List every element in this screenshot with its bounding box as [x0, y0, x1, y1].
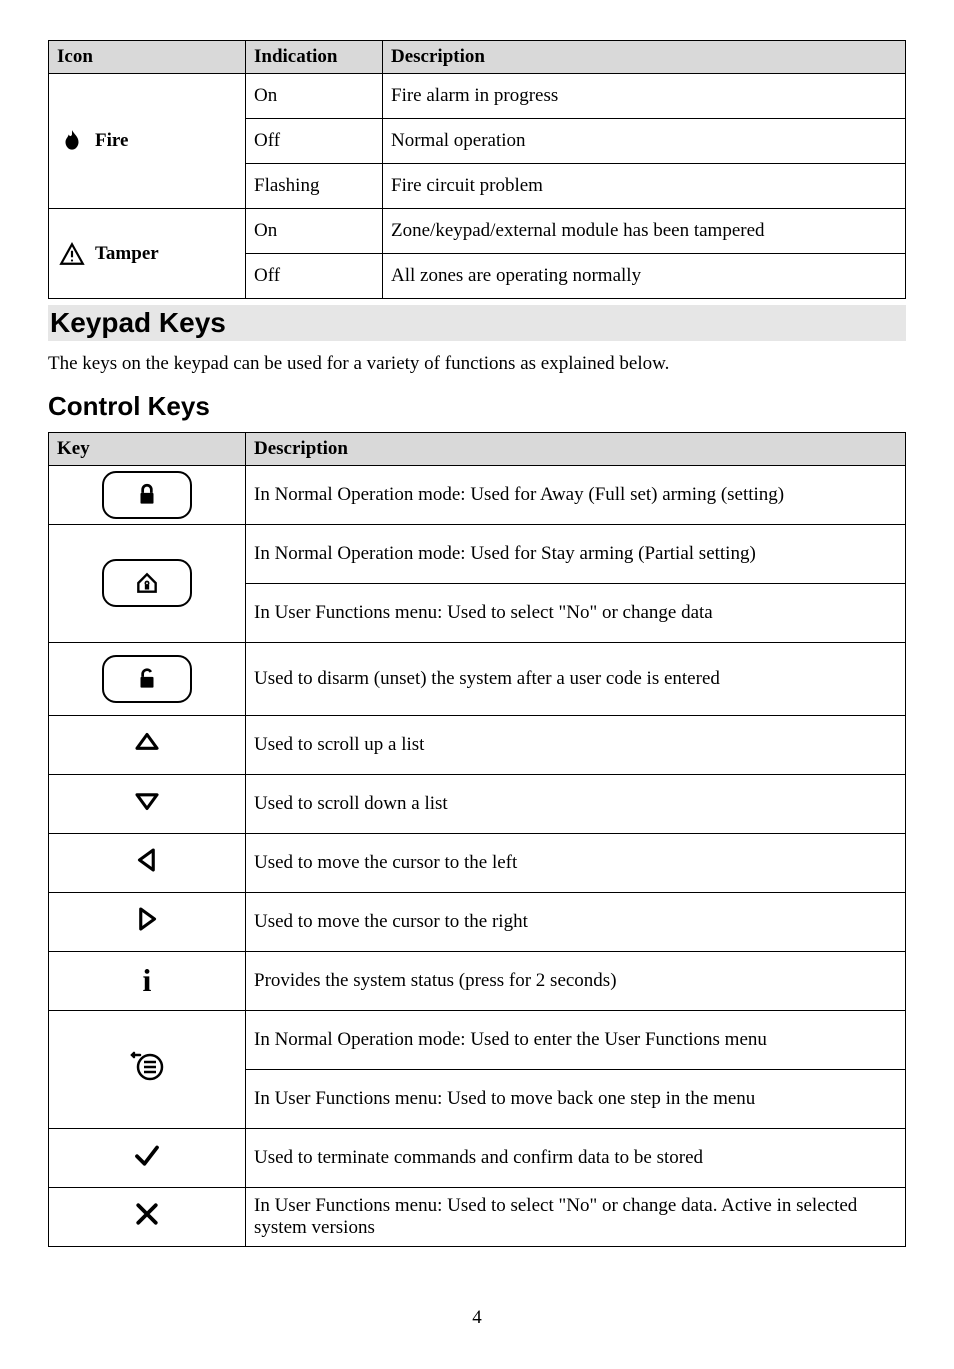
key-stay-arm-desc2: In User Functions menu: Used to select "… [246, 583, 906, 642]
menu-back-icon[interactable] [128, 1049, 166, 1083]
key-stay-arm [49, 524, 246, 642]
col-description: Description [383, 41, 906, 74]
tamper-off-ind: Off [246, 254, 383, 299]
icon-tamper-label: Tamper [95, 243, 159, 265]
key-menu-desc2: In User Functions menu: Used to move bac… [246, 1069, 906, 1128]
key-button[interactable] [102, 655, 192, 703]
key-status: i [49, 951, 246, 1010]
col-indication: Indication [246, 41, 383, 74]
triangle-down-icon[interactable] [132, 786, 162, 816]
warning-triangle-icon [59, 241, 85, 267]
triangle-left-icon[interactable] [132, 845, 162, 875]
fire-flash-ind: Flashing [246, 164, 383, 209]
key-cursor-right [49, 892, 246, 951]
col-icon: Icon [49, 41, 246, 74]
lock-open-icon [134, 666, 160, 692]
key-stay-arm-desc1: In Normal Operation mode: Used for Stay … [246, 524, 906, 583]
home-lock-icon [134, 570, 160, 596]
key-scroll-down-desc: Used to scroll down a list [246, 774, 906, 833]
icon-fire-label: Fire [95, 130, 128, 152]
key-menu-back [49, 1010, 246, 1128]
key-cursor-right-desc: Used to move the cursor to the right [246, 892, 906, 951]
key-button[interactable] [102, 559, 192, 607]
triangle-right-icon[interactable] [132, 904, 162, 934]
page-number: 4 [48, 1307, 906, 1329]
fire-flash-desc: Fire circuit problem [383, 164, 906, 209]
keypad-keys-heading: Keypad Keys [48, 305, 906, 341]
key-scroll-up-desc: Used to scroll up a list [246, 715, 906, 774]
fire-on-desc: Fire alarm in progress [383, 74, 906, 119]
triangle-up-icon[interactable] [132, 727, 162, 757]
key-away-arm-desc: In Normal Operation mode: Used for Away … [246, 465, 906, 524]
check-icon[interactable] [132, 1140, 162, 1170]
icon-tamper-cell: Tamper [49, 209, 246, 299]
key-menu-desc1: In Normal Operation mode: Used to enter … [246, 1010, 906, 1069]
icon-indication-table: Icon Indication Description Fire On Fire… [48, 40, 906, 299]
info-icon[interactable]: i [143, 962, 152, 998]
fire-on-ind: On [246, 74, 383, 119]
key-cancel [49, 1187, 246, 1246]
fire-off-desc: Normal operation [383, 119, 906, 164]
fire-off-ind: Off [246, 119, 383, 164]
x-icon[interactable] [132, 1199, 162, 1229]
icon-fire-cell: Fire [49, 74, 246, 209]
key-disarm-desc: Used to disarm (unset) the system after … [246, 642, 906, 715]
key-cursor-left-desc: Used to move the cursor to the left [246, 833, 906, 892]
key-confirm [49, 1128, 246, 1187]
key-cursor-left [49, 833, 246, 892]
flame-icon [59, 128, 85, 154]
key-cancel-desc: In User Functions menu: Used to select "… [246, 1187, 906, 1246]
control-keys-heading: Control Keys [48, 391, 906, 422]
keypad-keys-body: The keys on the keypad can be used for a… [48, 351, 906, 377]
key-disarm [49, 642, 246, 715]
key-status-desc: Provides the system status (press for 2 … [246, 951, 906, 1010]
key-confirm-desc: Used to terminate commands and confirm d… [246, 1128, 906, 1187]
tamper-on-ind: On [246, 209, 383, 254]
key-scroll-down [49, 774, 246, 833]
col-key: Key [49, 432, 246, 465]
tamper-off-desc: All zones are operating normally [383, 254, 906, 299]
control-keys-table: Key Description In Normal Operation mode… [48, 432, 906, 1247]
key-away-arm [49, 465, 246, 524]
col-key-desc: Description [246, 432, 906, 465]
lock-closed-icon [134, 482, 160, 508]
key-button[interactable] [102, 471, 192, 519]
key-scroll-up [49, 715, 246, 774]
tamper-on-desc: Zone/keypad/external module has been tam… [383, 209, 906, 254]
